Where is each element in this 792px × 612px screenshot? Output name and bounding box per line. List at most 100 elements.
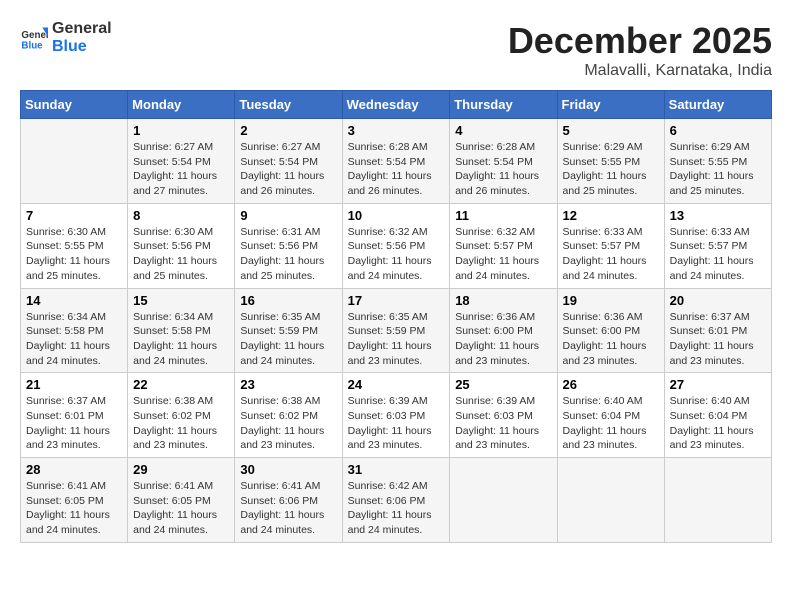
day-number: 17 [348, 293, 445, 308]
calendar-cell: 21Sunrise: 6:37 AM Sunset: 6:01 PM Dayli… [21, 373, 128, 458]
calendar-cell: 5 Sunrise: 6:29 AM Sunset: 5:55 PM Daylig… [557, 119, 664, 204]
day-number: 21 [26, 377, 122, 392]
day-info: Sunrise: 6:39 AM Sunset: 6:03 PM Dayligh… [455, 394, 551, 453]
calendar-cell: 27 Sunrise: 6:40 AM Sunset: 6:04 PM Dayli… [664, 373, 771, 458]
day-number: 16 [240, 293, 336, 308]
calendar-cell: 9 Sunrise: 6:31 AM Sunset: 5:56 PM Daylig… [235, 203, 342, 288]
day-info: Sunrise: 6:34 AM Sunset: 5:58 PM Dayligh… [26, 310, 122, 369]
weekday-header-row: SundayMondayTuesdayWednesdayThursdayFrid… [21, 91, 772, 119]
calendar-cell: 22Sunrise: 6:38 AM Sunset: 6:02 PM Dayli… [128, 373, 235, 458]
day-number: 9 [240, 208, 336, 223]
logo-line1: General [52, 20, 112, 38]
day-number: 18 [455, 293, 551, 308]
day-info: Sunrise: 6:35 AM Sunset: 5:59 PM Dayligh… [348, 310, 445, 369]
calendar-cell: 30 Sunrise: 6:41 AM Sunset: 6:06 PM Dayli… [235, 458, 342, 543]
day-info: Sunrise: 6:41 AM Sunset: 6:06 PM Dayligh… [240, 479, 336, 538]
calendar-cell: 2Sunrise: 6:27 AM Sunset: 5:54 PM Daylig… [235, 119, 342, 204]
calendar-cell: 19 Sunrise: 6:36 AM Sunset: 6:00 PM Dayli… [557, 288, 664, 373]
day-info: Sunrise: 6:37 AM Sunset: 6:01 PM Dayligh… [670, 310, 766, 369]
calendar-cell: 14 Sunrise: 6:34 AM Sunset: 5:58 PM Dayli… [21, 288, 128, 373]
day-info: Sunrise: 6:40 AM Sunset: 6:04 PM Dayligh… [670, 394, 766, 453]
day-info: Sunrise: 6:42 AM Sunset: 6:06 PM Dayligh… [348, 479, 445, 538]
day-number: 6 [670, 123, 766, 138]
day-number: 11 [455, 208, 551, 223]
day-number: 1 [133, 123, 229, 138]
day-info: Sunrise: 6:36 AM Sunset: 6:00 PM Dayligh… [455, 310, 551, 369]
day-info: Sunrise: 6:30 AM Sunset: 5:55 PM Dayligh… [26, 225, 122, 284]
weekday-label: Monday [128, 91, 235, 119]
day-info: Sunrise: 6:41 AM Sunset: 6:05 PM Dayligh… [133, 479, 229, 538]
weekday-label: Thursday [450, 91, 557, 119]
day-info: Sunrise: 6:32 AM Sunset: 5:56 PM Dayligh… [348, 225, 445, 284]
day-number: 12 [563, 208, 659, 223]
day-number: 2 [240, 123, 336, 138]
calendar-cell: 13 Sunrise: 6:33 AM Sunset: 5:57 PM Dayli… [664, 203, 771, 288]
calendar-cell: 3 Sunrise: 6:28 AM Sunset: 5:54 PM Daylig… [342, 119, 450, 204]
calendar-cell: 24 Sunrise: 6:39 AM Sunset: 6:03 PM Dayli… [342, 373, 450, 458]
day-number: 15 [133, 293, 229, 308]
day-number: 5 [563, 123, 659, 138]
calendar-cell: 23 Sunrise: 6:38 AM Sunset: 6:02 PM Dayli… [235, 373, 342, 458]
day-info: Sunrise: 6:36 AM Sunset: 6:00 PM Dayligh… [563, 310, 659, 369]
calendar-cell: 17 Sunrise: 6:35 AM Sunset: 5:59 PM Dayli… [342, 288, 450, 373]
calendar-cell: 15 Sunrise: 6:34 AM Sunset: 5:58 PM Dayli… [128, 288, 235, 373]
calendar-cell: 8Sunrise: 6:30 AM Sunset: 5:56 PM Daylig… [128, 203, 235, 288]
calendar-cell [450, 458, 557, 543]
calendar-cell: 20 Sunrise: 6:37 AM Sunset: 6:01 PM Dayli… [664, 288, 771, 373]
day-number: 24 [348, 377, 445, 392]
logo-icon: General Blue [20, 24, 48, 52]
day-info: Sunrise: 6:41 AM Sunset: 6:05 PM Dayligh… [26, 479, 122, 538]
logo-line2: Blue [52, 38, 112, 56]
location-title: Malavalli, Karnataka, India [508, 62, 772, 80]
calendar-cell: 7 Sunrise: 6:30 AM Sunset: 5:55 PM Daylig… [21, 203, 128, 288]
calendar-cell [664, 458, 771, 543]
day-number: 23 [240, 377, 336, 392]
day-number: 29 [133, 462, 229, 477]
calendar-cell: 10Sunrise: 6:32 AM Sunset: 5:56 PM Dayli… [342, 203, 450, 288]
header: General Blue General Blue December 2025 … [20, 20, 772, 80]
weekday-label: Sunday [21, 91, 128, 119]
day-number: 20 [670, 293, 766, 308]
day-number: 13 [670, 208, 766, 223]
weekday-label: Saturday [664, 91, 771, 119]
day-number: 31 [348, 462, 445, 477]
day-info: Sunrise: 6:29 AM Sunset: 5:55 PM Dayligh… [670, 140, 766, 199]
calendar-week-row: 14 Sunrise: 6:34 AM Sunset: 5:58 PM Dayli… [21, 288, 772, 373]
calendar-body: 1Sunrise: 6:27 AM Sunset: 5:54 PM Daylig… [21, 119, 772, 543]
calendar-week-row: 21Sunrise: 6:37 AM Sunset: 6:01 PM Dayli… [21, 373, 772, 458]
day-number: 4 [455, 123, 551, 138]
calendar-week-row: 28 Sunrise: 6:41 AM Sunset: 6:05 PM Dayli… [21, 458, 772, 543]
day-number: 14 [26, 293, 122, 308]
calendar-cell: 16Sunrise: 6:35 AM Sunset: 5:59 PM Dayli… [235, 288, 342, 373]
calendar-week-row: 1Sunrise: 6:27 AM Sunset: 5:54 PM Daylig… [21, 119, 772, 204]
day-number: 3 [348, 123, 445, 138]
day-info: Sunrise: 6:38 AM Sunset: 6:02 PM Dayligh… [240, 394, 336, 453]
calendar-cell: 18 Sunrise: 6:36 AM Sunset: 6:00 PM Dayli… [450, 288, 557, 373]
day-info: Sunrise: 6:34 AM Sunset: 5:58 PM Dayligh… [133, 310, 229, 369]
day-number: 19 [563, 293, 659, 308]
title-area: December 2025 Malavalli, Karnataka, Indi… [508, 20, 772, 80]
day-number: 30 [240, 462, 336, 477]
weekday-label: Friday [557, 91, 664, 119]
calendar-cell: 29 Sunrise: 6:41 AM Sunset: 6:05 PM Dayli… [128, 458, 235, 543]
svg-text:Blue: Blue [21, 40, 43, 51]
day-number: 25 [455, 377, 551, 392]
calendar-cell: 6 Sunrise: 6:29 AM Sunset: 5:55 PM Daylig… [664, 119, 771, 204]
day-info: Sunrise: 6:33 AM Sunset: 5:57 PM Dayligh… [670, 225, 766, 284]
day-number: 27 [670, 377, 766, 392]
day-info: Sunrise: 6:28 AM Sunset: 5:54 PM Dayligh… [348, 140, 445, 199]
weekday-label: Wednesday [342, 91, 450, 119]
day-info: Sunrise: 6:39 AM Sunset: 6:03 PM Dayligh… [348, 394, 445, 453]
calendar-cell: 11Sunrise: 6:32 AM Sunset: 5:57 PM Dayli… [450, 203, 557, 288]
calendar-cell: 31 Sunrise: 6:42 AM Sunset: 6:06 PM Dayli… [342, 458, 450, 543]
day-info: Sunrise: 6:31 AM Sunset: 5:56 PM Dayligh… [240, 225, 336, 284]
weekday-label: Tuesday [235, 91, 342, 119]
day-info: Sunrise: 6:33 AM Sunset: 5:57 PM Dayligh… [563, 225, 659, 284]
day-number: 28 [26, 462, 122, 477]
day-info: Sunrise: 6:29 AM Sunset: 5:55 PM Dayligh… [563, 140, 659, 199]
calendar-cell: 12 Sunrise: 6:33 AM Sunset: 5:57 PM Dayli… [557, 203, 664, 288]
day-number: 7 [26, 208, 122, 223]
calendar-cell: 26Sunrise: 6:40 AM Sunset: 6:04 PM Dayli… [557, 373, 664, 458]
calendar-cell [21, 119, 128, 204]
svg-text:General: General [21, 30, 48, 41]
